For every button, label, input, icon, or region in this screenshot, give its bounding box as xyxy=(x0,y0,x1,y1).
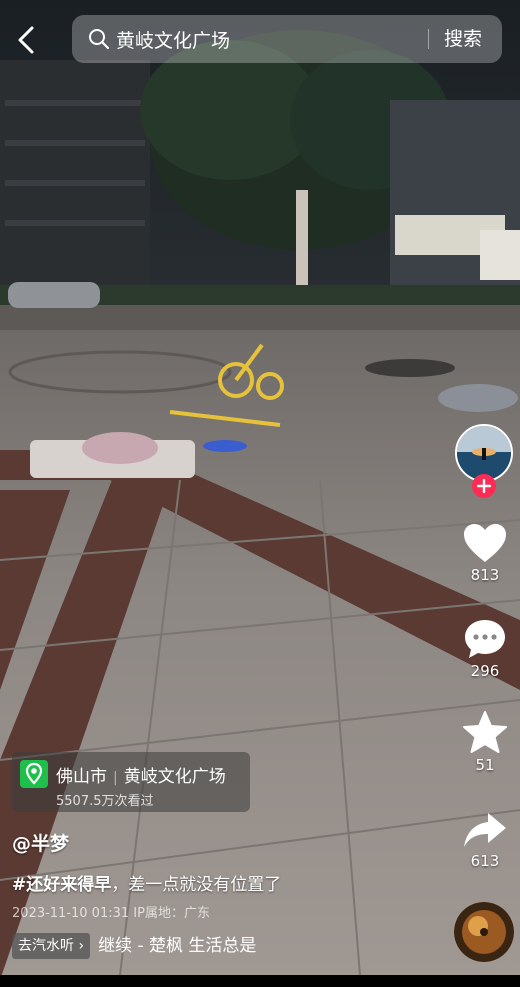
star-icon[interactable] xyxy=(462,710,508,754)
author-name[interactable]: @半梦 xyxy=(12,829,69,856)
location-place: 黄岐文化广场 xyxy=(123,767,226,787)
plus-icon xyxy=(477,479,491,493)
follow-button[interactable] xyxy=(472,474,496,498)
author-avatar-group xyxy=(455,424,515,499)
comment-action[interactable]: 296 xyxy=(455,618,515,680)
search-icon xyxy=(88,28,110,50)
favorite-action[interactable]: 51 xyxy=(455,710,515,774)
bottom-edge xyxy=(0,975,520,987)
search-button[interactable]: 搜索 xyxy=(444,15,498,63)
search-bar[interactable]: 搜索 xyxy=(72,15,502,63)
music-row: 去汽水听 › 继续 - 楚枫 生活总是 xyxy=(12,933,442,961)
location-separator: | xyxy=(113,770,118,786)
qishui-chip[interactable]: 去汽水听 › xyxy=(12,933,91,959)
video-frame[interactable] xyxy=(0,0,520,975)
top-bar: 搜索 xyxy=(0,0,520,80)
like-action[interactable]: 813 xyxy=(455,522,515,584)
post-time-ip: 2023-11-10 01:31 IP属地：广东 xyxy=(12,906,210,921)
post-caption: #还好来得早，差一点就没有位置了 xyxy=(12,870,281,895)
share-icon[interactable] xyxy=(462,810,508,850)
share-action[interactable]: 613 xyxy=(455,810,515,870)
caption-text: ，差一点就没有位置了 xyxy=(111,875,282,895)
share-count: 613 xyxy=(470,852,500,870)
like-count: 813 xyxy=(470,566,500,584)
search-divider xyxy=(428,29,429,49)
favorite-count: 51 xyxy=(475,756,495,774)
location-pin-icon xyxy=(20,760,48,788)
comment-count: 296 xyxy=(470,662,500,680)
music-disc-icon[interactable] xyxy=(454,902,514,962)
music-title[interactable]: 继续 - 楚枫 生活总是 xyxy=(98,933,256,959)
location-card[interactable]: 佛山市 | 黄岐文化广场 5507.5万次看过 xyxy=(12,752,250,812)
location-title: 佛山市 | 黄岐文化广场 xyxy=(56,762,226,787)
search-input[interactable] xyxy=(116,15,426,63)
comment-icon[interactable] xyxy=(463,618,507,660)
location-city: 佛山市 xyxy=(56,767,107,787)
back-icon[interactable] xyxy=(14,24,42,56)
heart-icon[interactable] xyxy=(462,522,508,564)
video-player[interactable]: 搜索 813 296 51 xyxy=(0,0,520,987)
hashtag-link[interactable]: #还好来得早 xyxy=(12,875,111,895)
location-views: 5507.5万次看过 xyxy=(56,794,154,809)
